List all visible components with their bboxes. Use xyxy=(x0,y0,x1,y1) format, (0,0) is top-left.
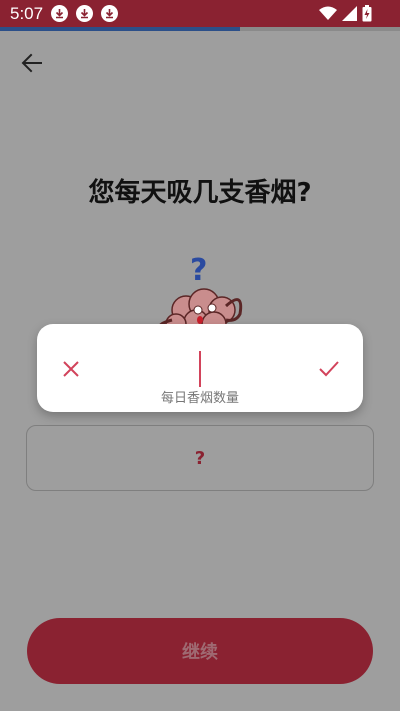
signal-icon xyxy=(342,6,357,21)
back-button[interactable] xyxy=(17,48,47,78)
status-right-icons xyxy=(319,5,372,22)
status-time: 5:07 xyxy=(10,3,44,23)
continue-button[interactable]: 继续 xyxy=(27,618,373,684)
input-hint: 每日香烟数量 xyxy=(160,391,239,406)
cancel-button[interactable] xyxy=(59,357,83,381)
download-icon xyxy=(51,5,69,22)
check-icon xyxy=(319,361,339,377)
brain-mascot-illustration: ? xyxy=(157,253,243,330)
answer-field[interactable]: ? xyxy=(26,425,374,491)
status-bar: 5:07 xyxy=(0,0,400,27)
close-icon xyxy=(63,361,79,377)
progress-fill xyxy=(0,27,240,31)
progress-bar xyxy=(0,27,400,31)
battery-charging-icon xyxy=(362,5,372,22)
text-cursor xyxy=(199,351,201,387)
download-icon xyxy=(76,5,94,22)
cigarettes-per-day-input[interactable] xyxy=(137,348,263,388)
download-icon xyxy=(101,5,119,22)
arrow-back-icon xyxy=(21,53,42,73)
confirm-button[interactable] xyxy=(317,357,341,381)
svg-text:?: ? xyxy=(190,253,207,288)
answer-value: ? xyxy=(194,447,206,469)
number-input-dialog: 每日香烟数量 xyxy=(37,324,363,412)
wifi-icon xyxy=(319,6,337,20)
page-title: 您每天吸几支香烟? xyxy=(88,178,312,208)
